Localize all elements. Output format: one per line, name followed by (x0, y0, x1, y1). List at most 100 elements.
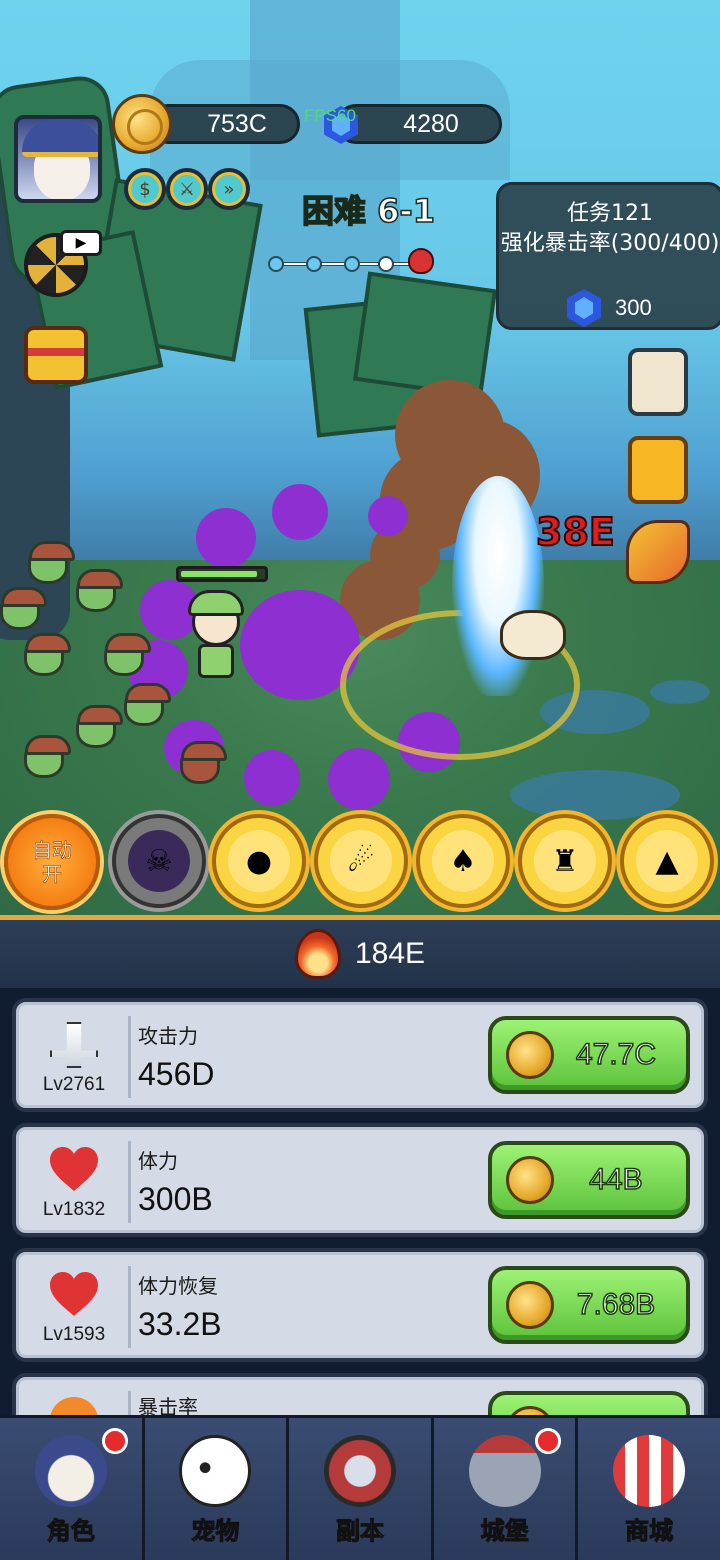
gold-coin-icon (112, 94, 172, 154)
stage-difficulty: 困难 (301, 191, 367, 231)
poison-cloud (368, 496, 408, 536)
auto-state: 开 (42, 862, 63, 887)
hero-hp-bar (176, 566, 268, 582)
upgrade-card-health: Lv1832 体力 300B 44B (12, 1123, 708, 1237)
skill-wizard-hat-slot[interactable]: ▲ (620, 814, 714, 908)
wizard-hat-icon: ▲ (636, 830, 698, 892)
sword-icon (50, 1022, 98, 1068)
skill-comet-slot[interactable]: ☄ (314, 814, 408, 908)
goblin-enemy[interactable] (76, 705, 123, 748)
bat-icon: ♠ (432, 830, 494, 892)
notepad-icon[interactable] (628, 348, 688, 416)
hero-icon (34, 1435, 107, 1507)
skill-bat-slot[interactable]: ♠ (416, 814, 510, 908)
upgrade-buy-button[interactable]: 47.7C (488, 1016, 690, 1094)
upgrade-value: 33.2B (138, 1306, 222, 1342)
poison-cloud (328, 748, 390, 810)
auto-label: 自动 (32, 838, 73, 863)
card-divider (128, 1266, 131, 1348)
buff-speed-icon[interactable]: » (208, 168, 250, 210)
tab-shop[interactable]: 商城 (578, 1418, 720, 1560)
upgrade-level: Lv1593 (42, 1324, 106, 1345)
stage-progress-dot (306, 256, 322, 272)
light-beam-effect (452, 476, 544, 696)
treasure-chest-icon[interactable] (24, 326, 88, 384)
tab-label: 宠物 (191, 1517, 240, 1546)
poison-cloud (196, 508, 256, 568)
skill-bar: 自动 开 ☠ ● ☄ ♠ ♜ ▲ (0, 814, 720, 914)
tab-label: 商城 (625, 1517, 674, 1546)
upgrade-panel: 184E Lv2761 攻击力 456D 47.7C Lv1832 体力 300… (0, 915, 720, 1415)
poison-cloud (244, 750, 300, 806)
quest-reward-amount: 300 (615, 295, 652, 320)
goblin-enemy[interactable] (0, 587, 47, 630)
gold-coin-icon (506, 1406, 554, 1415)
stage-progress-dot (268, 256, 284, 272)
tree-foliage (352, 271, 498, 399)
heart-plus-icon (50, 1272, 98, 1318)
panda-icon (179, 1435, 252, 1507)
claw-icon (50, 1397, 98, 1415)
skill-bomb-slot[interactable]: ● (212, 814, 306, 908)
shop-icon (613, 1435, 686, 1507)
goblin-enemy[interactable] (28, 541, 75, 584)
quest-panel[interactable]: 任务121 强化暴击率(300/400) 300 (496, 182, 720, 330)
folder-icon[interactable] (628, 436, 688, 504)
tab-dungeon[interactable]: 副本 (289, 1418, 434, 1560)
skill-tower-slot[interactable]: ♜ (518, 814, 612, 908)
castle-icon (468, 1435, 541, 1507)
goblin-enemy[interactable] (180, 741, 227, 784)
upgrade-buy-button[interactable]: 44B (488, 1141, 690, 1219)
goblin-enemy[interactable] (124, 683, 171, 726)
notification-badge (101, 1428, 128, 1454)
upgrade-cost: 7.68B (576, 1287, 656, 1322)
combat-power-header: 184E (0, 920, 720, 988)
tab-pet[interactable]: 宠物 (144, 1418, 290, 1560)
upgrade-level: Lv1832 (42, 1199, 106, 1220)
auto-skill-toggle[interactable]: 自动 开 (4, 814, 100, 910)
goblin-enemy[interactable] (104, 633, 151, 676)
boss-icon (408, 248, 434, 274)
goblin-enemy[interactable] (76, 569, 123, 612)
goblin-enemy[interactable] (24, 735, 71, 778)
hero-hp-fill (181, 571, 257, 577)
card-divider (128, 1141, 131, 1223)
tab-role[interactable]: 角色 (0, 1418, 145, 1560)
tab-label: 副本 (335, 1517, 384, 1546)
card-divider (128, 1016, 131, 1098)
gold-coin-icon (506, 1281, 554, 1329)
hero-character (188, 590, 244, 680)
upgrade-name: 暴击率 (138, 1395, 198, 1415)
gold-coin-icon (506, 1156, 554, 1204)
quest-reward: 300 (567, 289, 652, 327)
gem-amount: 4280 (403, 109, 459, 138)
tab-label: 城堡 (480, 1517, 529, 1546)
buff-gold-icon[interactable]: $ (124, 168, 166, 210)
demon-icon: ☠ (128, 830, 190, 892)
upgrade-buy-button[interactable] (488, 1391, 690, 1415)
tab-castle[interactable]: 城堡 (433, 1418, 579, 1560)
video-ad-icon[interactable]: ▶ (60, 230, 102, 256)
card-divider (128, 1391, 131, 1415)
goblin-enemy[interactable] (24, 633, 71, 676)
buff-attack-icon[interactable]: ⚔ (166, 168, 208, 210)
skill-demon-slot[interactable]: ☠ (112, 814, 206, 908)
pond (510, 770, 680, 820)
upgrade-buy-button[interactable]: 7.68B (488, 1266, 690, 1344)
skeleton-enemy[interactable] (500, 610, 566, 660)
upgrade-name: 体力恢复 (138, 1274, 218, 1298)
flame-icon (294, 929, 341, 979)
upgrade-card-attack: Lv2761 攻击力 456D 47.7C (12, 998, 708, 1112)
player-avatar[interactable] (14, 115, 102, 203)
tab-label: 角色 (46, 1517, 95, 1546)
stage-title: 困难 6-1 (301, 186, 435, 232)
gift-pack-icon[interactable] (626, 520, 690, 584)
stage-level: 6-1 (376, 191, 435, 231)
upgrade-cost: 44B (589, 1162, 644, 1197)
gold-coin-icon (506, 1031, 554, 1079)
upgrade-card-crit: 暴击率 (12, 1373, 708, 1415)
upgrade-value: 300B (138, 1181, 213, 1217)
upgrade-name: 攻击力 (138, 1024, 198, 1048)
upgrade-cost: 47.7C (575, 1037, 657, 1072)
upgrade-name: 体力 (138, 1149, 178, 1173)
